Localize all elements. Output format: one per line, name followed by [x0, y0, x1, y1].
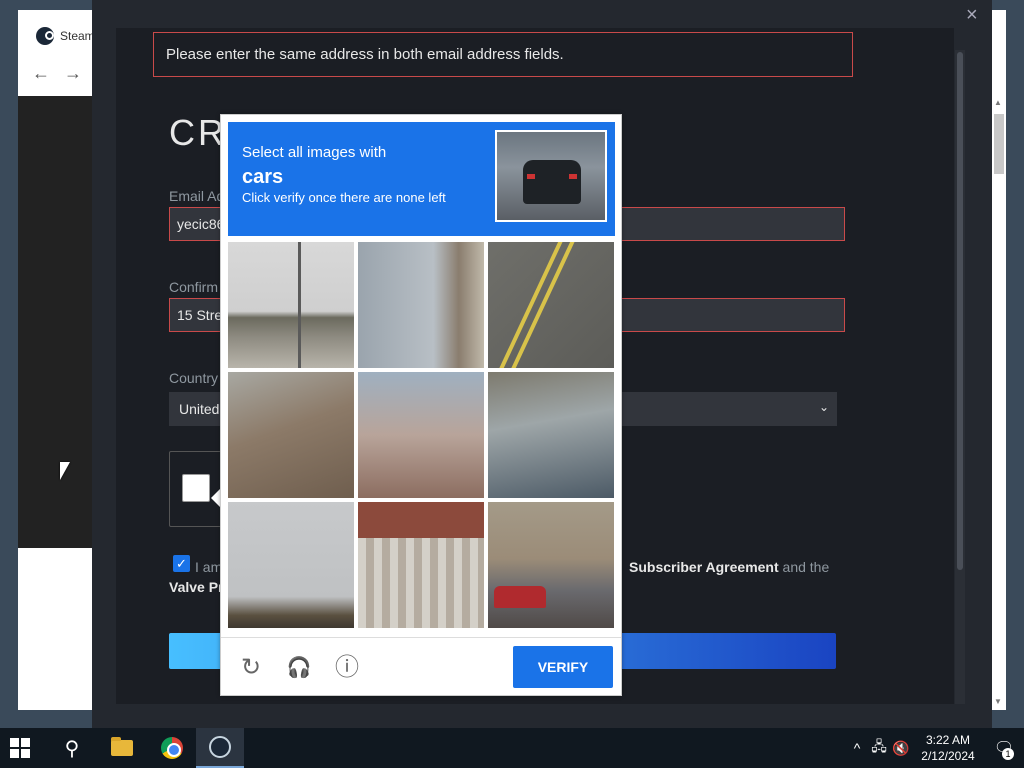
page-title: CR	[169, 112, 227, 153]
close-icon[interactable]: ×	[966, 4, 978, 27]
steam-icon	[209, 736, 231, 758]
agreement-and-the: and the	[778, 559, 830, 575]
info-icon[interactable]: ⓘ	[333, 654, 361, 682]
browser-scrollbar[interactable]: ▲ ▼	[992, 10, 1006, 710]
reload-icon[interactable]: ↻	[237, 654, 265, 682]
taskbar: ⚲ ^ 🖧 🔇 3:22 AM 2/12/2024 🗨 1	[0, 728, 1024, 768]
agreement-lead-text: I am	[195, 559, 223, 575]
recaptcha-challenge: Select all images with cars Click verify…	[220, 114, 622, 696]
browser-nav: ← →	[18, 58, 98, 88]
browser-tab-steam[interactable]: Steam	[18, 22, 98, 50]
steam-taskbar-button[interactable]	[196, 728, 244, 768]
notification-count: 1	[1002, 748, 1014, 760]
notification-center[interactable]: 🗨 1	[984, 728, 1024, 768]
sample-image	[495, 130, 607, 222]
clock-time: 3:22 AM	[925, 733, 971, 747]
scroll-up-icon[interactable]: ▲	[994, 98, 1002, 107]
chrome-icon	[161, 737, 183, 759]
modal-scroll-thumb[interactable]	[957, 52, 963, 570]
challenge-instruction: Select all images with	[242, 144, 387, 161]
image-tile-9[interactable]	[488, 502, 614, 628]
clock[interactable]: 3:22 AM 2/12/2024	[912, 732, 984, 764]
image-tile-2[interactable]	[358, 242, 484, 368]
challenge-footer: ↻ 🎧 ⓘ VERIFY	[221, 637, 621, 695]
browser-page-content	[18, 96, 98, 548]
image-tile-5[interactable]	[358, 372, 484, 498]
image-tile-1[interactable]	[228, 242, 354, 368]
search-icon[interactable]: ⚲	[48, 728, 96, 768]
chrome-button[interactable]	[148, 728, 196, 768]
volume-muted-icon[interactable]: 🔇	[890, 740, 912, 757]
steam-icon	[36, 27, 54, 45]
image-tile-3[interactable]	[488, 242, 614, 368]
confirm-email-label: Confirm	[169, 279, 219, 295]
network-icon[interactable]: 🖧	[868, 736, 890, 760]
windows-start-icon[interactable]	[10, 738, 30, 758]
browser-scroll-thumb[interactable]	[994, 114, 1004, 174]
clock-date: 2/12/2024	[921, 749, 975, 763]
subscriber-agreement-link[interactable]: Subscriber Agreement	[629, 559, 779, 575]
back-icon[interactable]: ←	[32, 63, 50, 84]
agreement-subscriber-text: Subscriber Agreement and the	[629, 557, 829, 577]
challenge-subinstruction: Click verify once there are none left	[242, 190, 446, 205]
country-value: United	[179, 401, 220, 417]
email-label: Email Ad	[169, 188, 225, 204]
car-icon	[523, 160, 581, 204]
agreement-checkbox[interactable]: ✓	[173, 555, 190, 572]
folder-icon	[111, 737, 133, 756]
tray-overflow-icon[interactable]: ^	[846, 740, 868, 756]
image-tile-8[interactable]	[358, 502, 484, 628]
recaptcha-checkbox[interactable]	[182, 474, 210, 502]
system-tray: ^ 🖧 🔇 3:22 AM 2/12/2024 🗨 1	[846, 728, 1024, 768]
browser-tab-title: Steam	[60, 29, 95, 43]
agreement-line2: Valve Pr	[169, 577, 224, 597]
background-browser-window: Steam ← →	[18, 10, 98, 710]
country-label: Country	[169, 370, 219, 386]
chevron-down-icon: ⌄	[818, 400, 829, 414]
image-tile-6[interactable]	[488, 372, 614, 498]
headphones-icon[interactable]: 🎧	[285, 654, 313, 682]
valve-privacy-link[interactable]: Valve Pr	[169, 579, 224, 595]
forward-icon[interactable]: →	[64, 63, 82, 84]
image-tile-7[interactable]	[228, 502, 354, 628]
verify-button[interactable]: VERIFY	[513, 646, 613, 688]
file-explorer-button[interactable]	[98, 728, 146, 768]
challenge-target: cars	[242, 166, 284, 188]
challenge-grid	[228, 242, 616, 630]
image-tile-4[interactable]	[228, 372, 354, 498]
mouse-cursor	[60, 462, 70, 480]
error-message: Please enter the same address in both em…	[153, 32, 853, 77]
scroll-down-icon[interactable]: ▼	[994, 697, 1002, 706]
challenge-header: Select all images with cars Click verify…	[228, 122, 615, 236]
